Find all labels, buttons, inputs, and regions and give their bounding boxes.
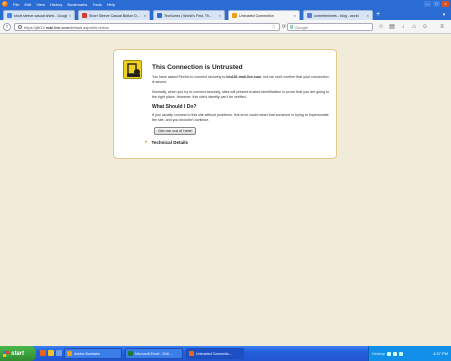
google-icon: g	[290, 24, 294, 30]
globe-icon	[18, 25, 22, 29]
smiley-icon[interactable]: ☺	[421, 23, 429, 31]
menu-file[interactable]: File	[13, 2, 19, 7]
tab-label: Untrusted Connection	[239, 13, 274, 18]
menu-help[interactable]: Help	[107, 2, 115, 7]
bookmark-star-icon[interactable]: ☆	[272, 24, 276, 30]
minimize-button[interactable]: –	[424, 1, 431, 7]
windows-flag-icon	[3, 350, 9, 357]
menu-bookmarks[interactable]: Bookmarks	[67, 2, 87, 7]
close-tab-icon[interactable]: ×	[144, 13, 146, 18]
bookmark-star-icon[interactable]: ☆	[377, 23, 385, 31]
error-box: This Connection is Untrusted You have as…	[113, 49, 337, 159]
taskbar: start Adobe Illustrator Microsoft Excel …	[0, 346, 451, 361]
system-tray: Desktop 4:37 PM	[368, 346, 451, 361]
volume-icon[interactable]	[393, 351, 398, 356]
url-text: https://jtb13.mail.live.com/default.aspx…	[24, 24, 110, 30]
close-tab-icon[interactable]: ×	[219, 13, 221, 18]
task-label: Adobe Illustrator	[74, 351, 101, 356]
intro-text: You have asked Firefox to connect secure…	[152, 75, 329, 84]
menu-tools[interactable]: Tools	[92, 2, 101, 7]
tab-untrusted-connection[interactable]: Untrusted Connection ×	[228, 10, 300, 20]
back-button[interactable]: ‹	[3, 23, 11, 31]
menu-bar: File Edit View History Bookmarks Tools H…	[0, 0, 115, 8]
security-icon[interactable]	[399, 351, 404, 356]
tab-cornerhelmets[interactable]: cornerhelmets - blog - world ×	[303, 10, 373, 20]
menu-history[interactable]: History	[50, 2, 62, 7]
page-content: This Connection is Untrusted You have as…	[0, 35, 451, 346]
techlines-favicon-icon	[157, 13, 162, 18]
advice-text: If you usually connect to this site with…	[152, 113, 329, 122]
expand-arrow-icon: ▸	[145, 139, 148, 145]
clock: 4:37 PM	[433, 351, 448, 356]
downloads-icon[interactable]: ↓	[399, 23, 407, 31]
firefox-icon	[189, 351, 194, 356]
start-label: start	[11, 350, 25, 357]
task-firefox[interactable]: Untrusted Connectio...	[186, 348, 244, 359]
bookmarks-menu-icon[interactable]: ▤	[388, 23, 396, 31]
desktop-toolbar-label[interactable]: Desktop	[372, 352, 385, 356]
home-icon[interactable]: ⌂	[410, 23, 418, 31]
tab-label: cornerhelmets - blog - world	[314, 13, 359, 18]
excel-icon	[128, 351, 133, 356]
close-tab-icon[interactable]: ×	[367, 13, 369, 18]
task-microsoft-excel[interactable]: Microsoft Excel - Didi...	[125, 348, 183, 359]
maximize-button[interactable]: □	[433, 1, 440, 7]
firefox-quicklaunch-icon[interactable]	[40, 350, 46, 356]
new-tab-button[interactable]: +	[374, 11, 382, 19]
network-icon[interactable]	[387, 351, 392, 356]
url-bar[interactable]: https://jtb13.mail.live.com/default.aspx…	[14, 23, 280, 31]
blog-favicon-icon	[307, 13, 312, 18]
technical-details-label: Technical Details	[151, 139, 188, 145]
close-window-button[interactable]: ×	[442, 1, 449, 7]
get-me-out-button[interactable]: Get me out of here!	[154, 127, 197, 135]
firefox-logo-icon[interactable]	[2, 1, 8, 7]
page-title: This Connection is Untrusted	[152, 64, 243, 71]
menu-hamburger-icon[interactable]: ≡	[438, 23, 446, 31]
navigation-bar: ‹ https://jtb13.mail.live.com/default.as…	[0, 20, 451, 34]
start-button[interactable]: start	[0, 346, 36, 361]
what-should-i-do-heading: What Should I Do?	[152, 104, 197, 110]
tab-google-search[interactable]: short sleeve casual shirts - Google ×	[3, 10, 75, 20]
task-label: Microsoft Excel - Didi...	[135, 351, 172, 356]
technical-details-toggle[interactable]: ▸ Technical Details	[145, 139, 188, 145]
menu-edit[interactable]: Edit	[24, 2, 31, 7]
tab-list-button[interactable]: ▾	[440, 11, 448, 19]
search-bar[interactable]: g	[287, 23, 373, 31]
task-label: Untrusted Connectio...	[196, 351, 232, 356]
tab-label: short sleeve casual shirts - Google	[14, 13, 67, 18]
tab-shirt-shop[interactable]: Short Sleeve Casual Button D... ×	[78, 10, 150, 20]
tab-label: Short Sleeve Casual Button D...	[89, 13, 140, 18]
google-favicon-icon	[7, 13, 12, 18]
explanation-text: Normally, when you try to connect secure…	[152, 90, 330, 99]
task-adobe-illustrator[interactable]: Adobe Illustrator	[64, 348, 122, 359]
search-input[interactable]	[295, 24, 366, 30]
window-controls: – □ ×	[424, 1, 449, 7]
ie-quicklaunch-icon[interactable]	[56, 350, 62, 356]
warning-favicon-icon	[232, 13, 237, 18]
menu-view[interactable]: View	[36, 2, 45, 7]
tab-techlines[interactable]: TechLines | World's First, Th... ×	[153, 10, 225, 20]
close-tab-icon[interactable]: ×	[69, 13, 71, 18]
shop-favicon-icon	[82, 13, 87, 18]
explorer-quicklaunch-icon[interactable]	[48, 350, 54, 356]
tab-label: TechLines | World's First, Th...	[164, 13, 213, 18]
close-tab-icon[interactable]: ×	[294, 13, 296, 18]
security-warning-icon	[123, 60, 142, 79]
illustrator-icon	[67, 351, 72, 356]
